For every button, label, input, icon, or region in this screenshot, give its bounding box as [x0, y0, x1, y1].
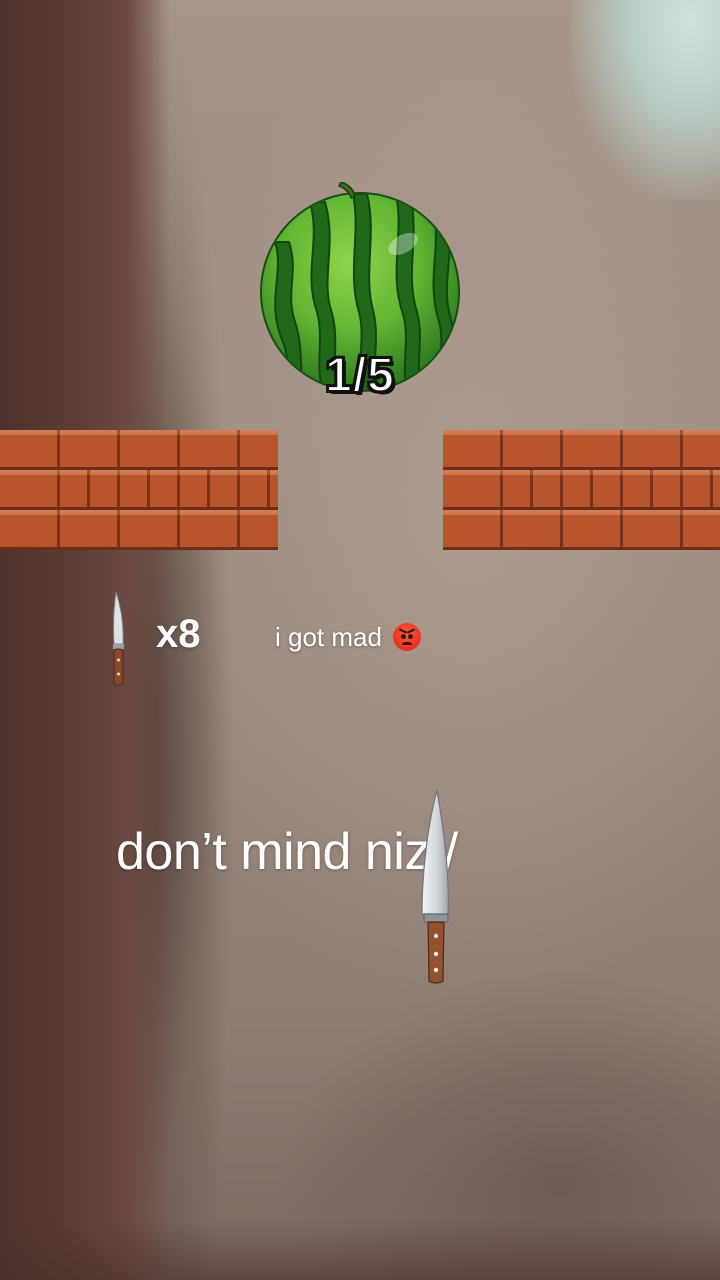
progress-counter: 1/5 [324, 348, 395, 403]
knives-remaining-count: x8 [156, 612, 201, 656]
background-cloth [570, 0, 720, 200]
knife-icon [113, 592, 124, 686]
background-left-shadow [0, 0, 170, 1280]
caption-small-text: i got mad [275, 622, 382, 652]
caption-big: don’t mind niz:/ [116, 823, 458, 881]
background-bottom-shadow [0, 1220, 720, 1280]
brick-wall-right [443, 430, 720, 550]
brick-wall-left [0, 430, 278, 550]
player-knife-icon[interactable] [418, 790, 452, 988]
caption-small: i got mad [275, 622, 422, 653]
angry-face-icon [393, 623, 422, 651]
